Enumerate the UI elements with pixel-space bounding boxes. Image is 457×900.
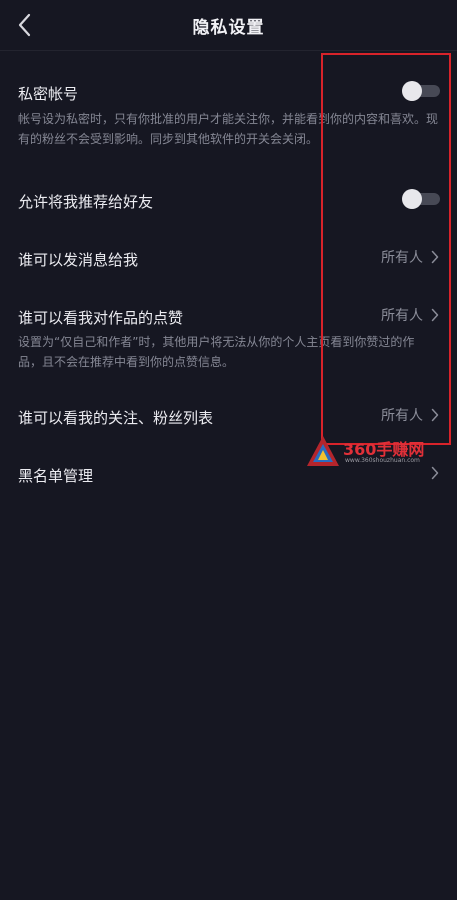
blacklist-row[interactable]: 黑名单管理 — [0, 454, 457, 498]
who-can-message-row[interactable]: 谁可以发消息给我 所有人 — [0, 238, 457, 282]
who-can-see-follows-label: 谁可以看我的关注、粉丝列表 — [18, 409, 214, 427]
private-account-description: 帐号设为私密时，只有你批准的用户才能关注你，并能看到你的内容和喜欢。现有的粉丝不… — [18, 112, 439, 146]
blacklist-label: 黑名单管理 — [18, 467, 94, 485]
chevron-right-icon — [431, 308, 439, 322]
recommend-to-friends-toggle[interactable] — [402, 189, 440, 209]
toggle-knob — [402, 189, 422, 209]
chevron-right-icon — [431, 408, 439, 422]
who-can-see-likes-value-wrap: 所有人 — [381, 305, 439, 325]
page-title: 隐私设置 — [192, 18, 265, 38]
private-account-row: 私密帐号 帐号设为私密时，只有你批准的用户才能关注你，并能看到你的内容和喜欢。现… — [0, 70, 457, 160]
recommend-to-friends-label: 允许将我推荐给好友 — [18, 193, 154, 211]
private-account-toggle[interactable] — [402, 81, 440, 101]
who-can-see-follows-value: 所有人 — [381, 408, 423, 424]
recommend-to-friends-row: 允许将我推荐给好友 — [0, 180, 457, 224]
who-can-see-follows-row[interactable]: 谁可以看我的关注、粉丝列表 所有人 — [0, 396, 457, 440]
who-can-see-likes-row[interactable]: 谁可以看我对作品的点赞 所有人 设置为“仅自己和作者”时，其他用户将无法从你的个… — [0, 296, 457, 376]
toggle-knob — [402, 81, 422, 101]
private-account-label: 私密帐号 — [18, 85, 79, 103]
who-can-message-label: 谁可以发消息给我 — [18, 251, 139, 269]
top-nav-bar: 隐私设置 — [0, 0, 457, 51]
who-can-see-likes-description: 设置为“仅自己和作者”时，其他用户将无法从你的个人主页看到你赞过的作品，且不会在… — [18, 335, 415, 369]
who-can-see-likes-label: 谁可以看我对作品的点赞 — [18, 309, 184, 327]
chevron-right-icon — [431, 466, 439, 480]
blacklist-chevron-wrap — [431, 463, 439, 483]
chevron-right-icon — [431, 250, 439, 264]
who-can-see-likes-value: 所有人 — [381, 308, 423, 324]
who-can-see-follows-value-wrap: 所有人 — [381, 405, 439, 425]
who-can-message-value: 所有人 — [381, 250, 423, 266]
who-can-message-value-wrap: 所有人 — [381, 247, 439, 267]
